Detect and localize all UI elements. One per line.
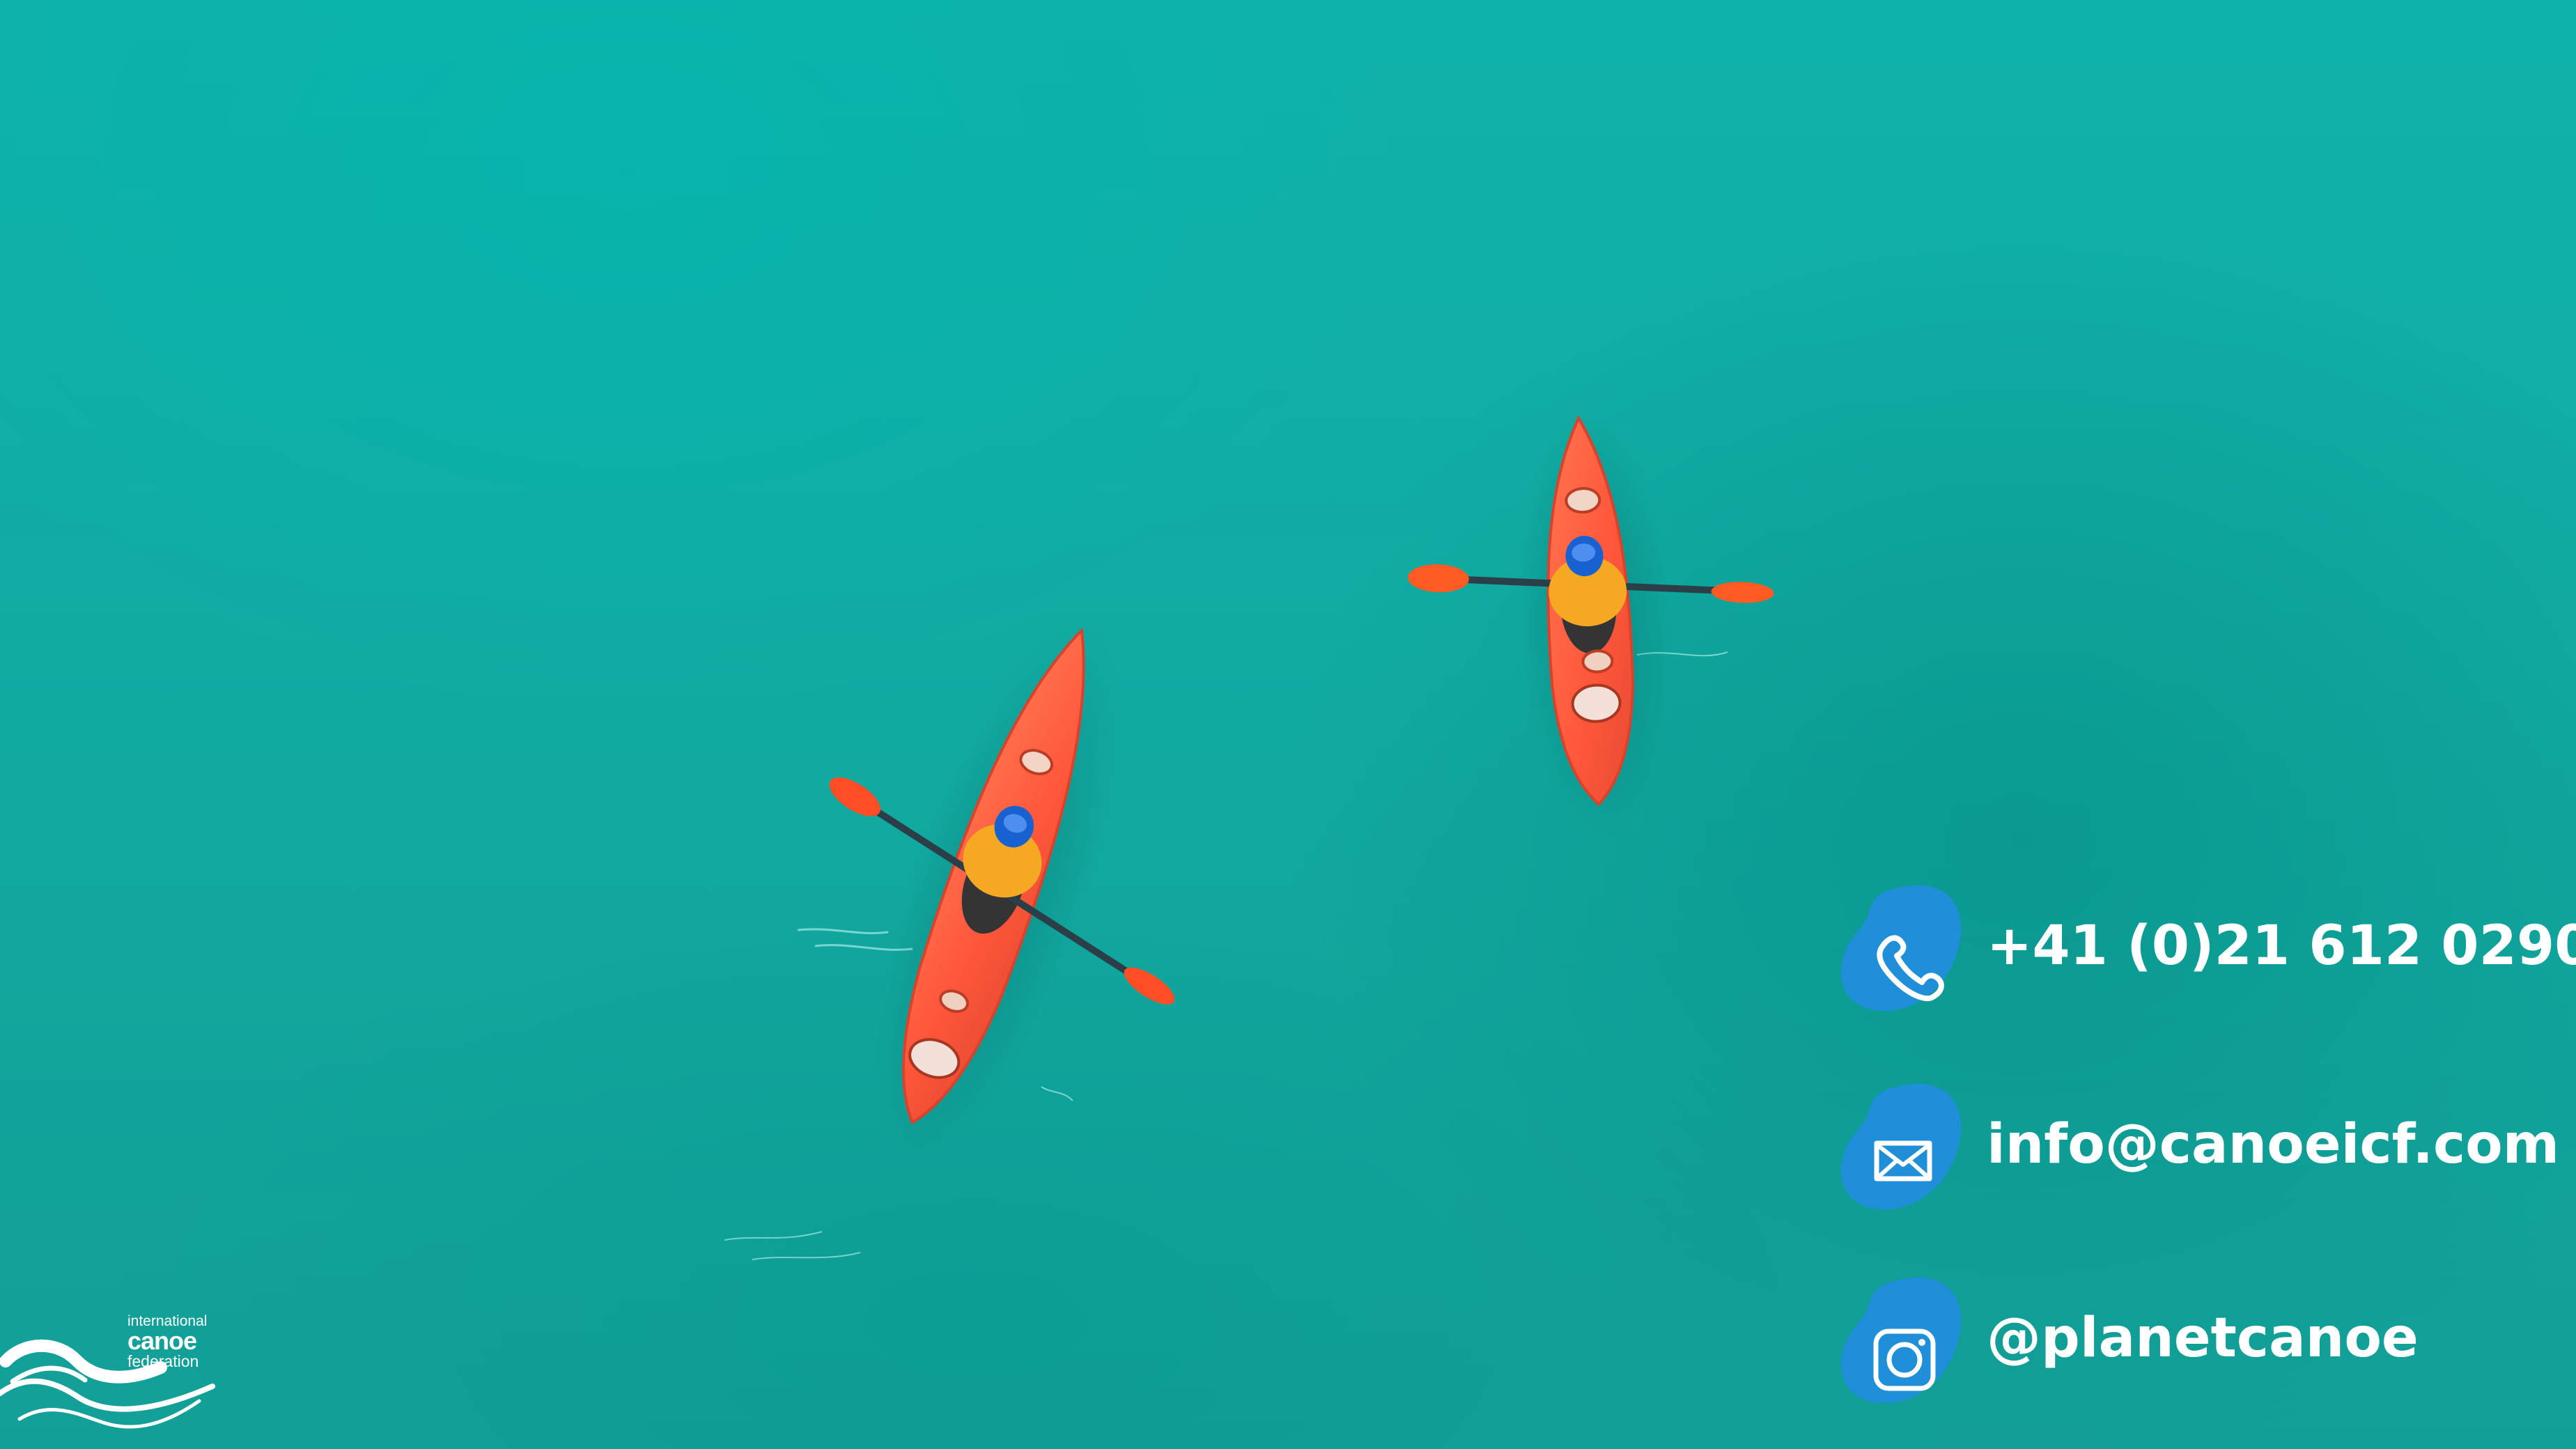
phone-contact: +41 (0)21 612 0290 <box>1836 878 2576 1017</box>
icf-logo: international canoe federation <box>0 1303 230 1442</box>
phone-icon <box>1836 878 1973 1014</box>
logo-wordmark: international canoe federation <box>127 1314 207 1370</box>
instagram-icon <box>1836 1270 1973 1407</box>
logo-line-canoe: canoe <box>127 1326 197 1355</box>
envelope-icon <box>1836 1076 1973 1213</box>
email-address[interactable]: info@canoeicf.com <box>1987 1110 2559 1179</box>
social-handle[interactable]: @planetcanoe <box>1987 1303 2419 1373</box>
contact-slide: +41 (0)21 612 0290 info@canoeicf.com @pl… <box>0 0 2576 1449</box>
email-contact: info@canoeicf.com <box>1836 1076 2559 1216</box>
kayak-right <box>1407 407 1774 839</box>
contact-details: +41 (0)21 612 0290 info@canoeicf.com @pl… <box>1836 878 2576 1409</box>
kayak-left <box>829 619 1175 1163</box>
phone-number[interactable]: +41 (0)21 612 0290 <box>1987 911 2576 981</box>
social-contact: @planetcanoe <box>1836 1270 2463 1409</box>
logo-line-federation: federation <box>127 1352 199 1370</box>
